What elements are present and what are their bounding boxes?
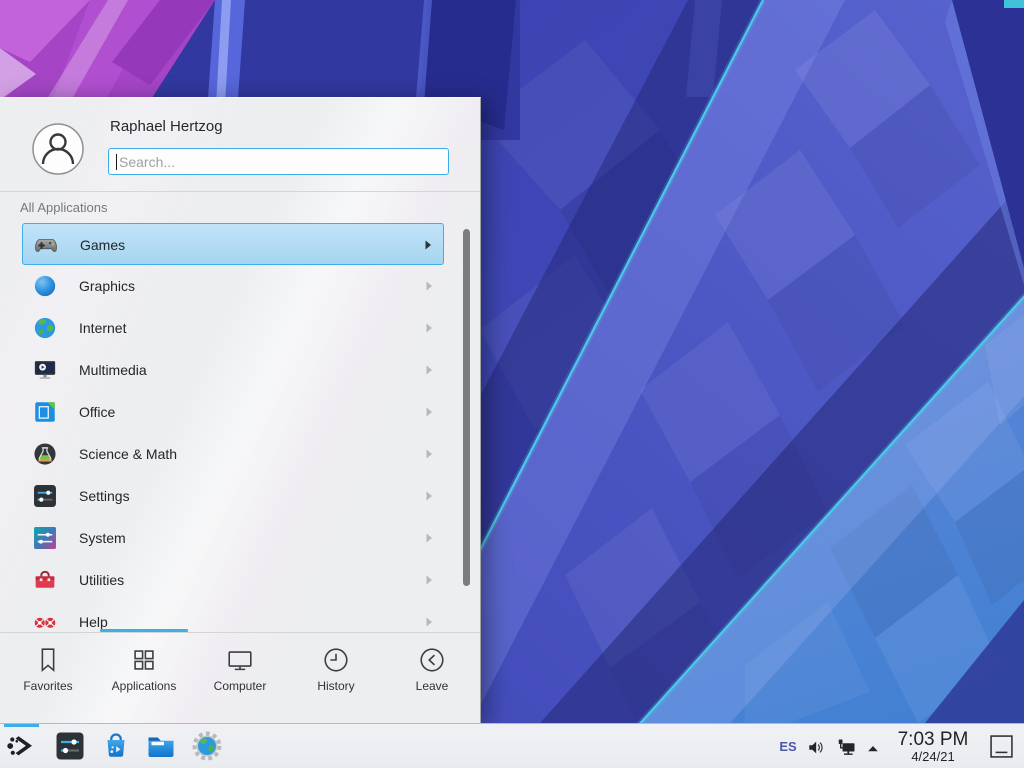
show-desktop-icon[interactable] — [987, 732, 1016, 761]
taskbar-system-settings[interactable] — [54, 730, 86, 762]
network-icon[interactable] — [835, 735, 859, 759]
text-cursor — [116, 154, 117, 170]
category-label: Games — [80, 224, 125, 266]
category-item-system[interactable]: System — [22, 517, 444, 559]
category-item-graphics[interactable]: Graphics — [22, 265, 444, 307]
clock-time: 7:03 PM — [898, 730, 969, 750]
header-separator — [0, 191, 480, 192]
help-buoy-icon — [32, 609, 58, 632]
globe-icon — [32, 315, 58, 341]
tab-history[interactable]: History — [288, 633, 384, 724]
bookmark-icon — [33, 645, 63, 675]
submenu-arrow-icon — [423, 322, 435, 334]
category-item-settings[interactable]: Settings — [22, 475, 444, 517]
category-label: Help — [79, 601, 108, 632]
scrollbar-thumb[interactable] — [463, 229, 470, 586]
tab-label: Leave — [416, 679, 449, 693]
science-flask-icon — [32, 441, 58, 467]
digital-clock[interactable]: 7:03 PM 4/24/21 — [889, 724, 977, 768]
submenu-arrow-icon — [423, 574, 435, 586]
launcher-tab-bar: Favorites Applications Computer History … — [0, 632, 480, 724]
user-name: Raphael Hertzog — [110, 118, 223, 135]
category-item-help[interactable]: Help — [22, 601, 444, 632]
submenu-arrow-icon — [422, 239, 434, 251]
submenu-arrow-icon — [423, 490, 435, 502]
search-input[interactable] — [109, 149, 448, 174]
taskbar-web-browser[interactable] — [191, 730, 223, 762]
tab-computer[interactable]: Computer — [192, 633, 288, 724]
caret-up-icon[interactable] — [866, 742, 880, 756]
clock-date: 4/24/21 — [911, 750, 954, 764]
desktop: Raphael Hertzog All Applications Games G… — [0, 0, 1024, 768]
submenu-arrow-icon — [423, 364, 435, 376]
submenu-arrow-icon — [423, 616, 435, 628]
section-label: All Applications — [20, 200, 107, 215]
system-sliders-icon — [32, 525, 58, 551]
category-label: Multimedia — [79, 349, 147, 391]
submenu-arrow-icon — [423, 406, 435, 418]
tab-label: Favorites — [23, 679, 72, 693]
category-item-utilities[interactable]: Utilities — [22, 559, 444, 601]
tab-label: History — [317, 679, 354, 693]
toolbox-icon — [32, 567, 58, 593]
gamepad-icon — [33, 232, 59, 258]
computer-icon — [225, 645, 255, 675]
category-label: System — [79, 517, 126, 559]
active-task-indicator — [4, 724, 39, 727]
volume-icon[interactable] — [806, 737, 827, 758]
category-label: Office — [79, 391, 115, 433]
submenu-arrow-icon — [423, 532, 435, 544]
app-grid-icon — [129, 645, 159, 675]
category-label: Utilities — [79, 559, 124, 601]
taskbar-discover[interactable] — [100, 730, 132, 762]
category-item-multimedia[interactable]: Multimedia — [22, 349, 444, 391]
taskbar-file-manager[interactable] — [145, 730, 177, 762]
graphics-ball-icon — [32, 273, 58, 299]
taskbar: ES 7:03 PM 4/24/21 — [0, 723, 1024, 768]
search-box — [108, 148, 449, 175]
settings-sliders-icon — [32, 483, 58, 509]
multimedia-icon — [32, 357, 58, 383]
submenu-arrow-icon — [423, 448, 435, 460]
category-item-internet[interactable]: Internet — [22, 307, 444, 349]
category-item-science-math[interactable]: Science & Math — [22, 433, 444, 475]
category-list: Games Graphics Internet Multimedia Offic… — [22, 223, 444, 632]
tab-leave[interactable]: Leave — [384, 633, 480, 724]
category-item-games[interactable]: Games — [22, 223, 444, 265]
keyboard-layout-indicator[interactable]: ES — [772, 724, 804, 768]
application-launcher-popup: Raphael Hertzog All Applications Games G… — [0, 97, 481, 723]
tab-label: Applications — [112, 679, 177, 693]
category-label: Internet — [79, 307, 126, 349]
taskbar-application-launcher[interactable] — [4, 728, 40, 764]
leave-icon — [417, 645, 447, 675]
category-item-office[interactable]: Office — [22, 391, 444, 433]
history-clock-icon — [321, 645, 351, 675]
office-icon — [32, 399, 58, 425]
category-label: Graphics — [79, 265, 135, 307]
user-avatar-icon[interactable] — [32, 123, 84, 175]
tab-favorites[interactable]: Favorites — [0, 633, 96, 724]
tab-label: Computer — [214, 679, 267, 693]
category-label: Settings — [79, 475, 130, 517]
submenu-arrow-icon — [423, 280, 435, 292]
category-label: Science & Math — [79, 433, 177, 475]
tab-applications[interactable]: Applications — [96, 633, 192, 724]
